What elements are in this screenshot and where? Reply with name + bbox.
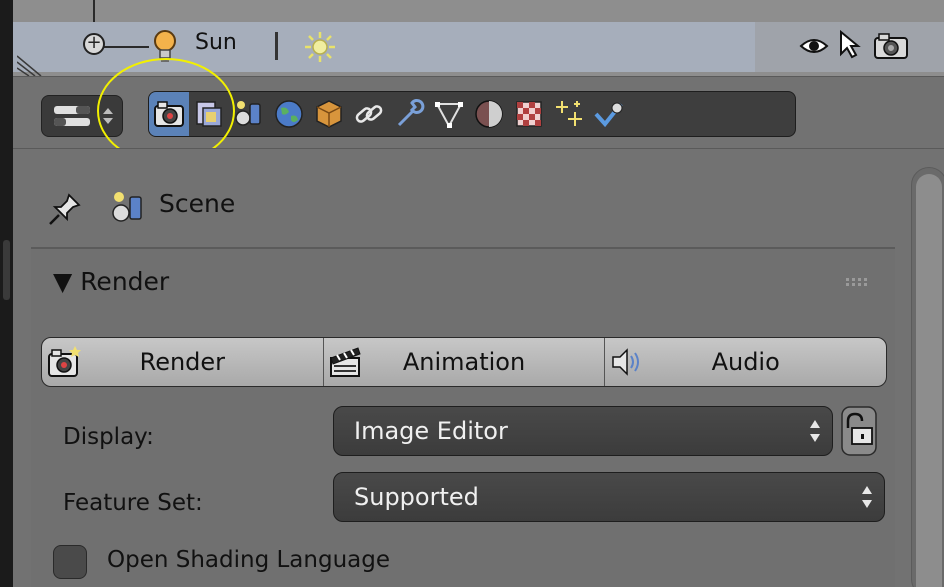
- checker-icon: [516, 101, 542, 127]
- vertex-icon: [435, 102, 463, 129]
- scene-icon: [112, 192, 142, 222]
- properties-context-tabs: [148, 91, 796, 137]
- tab-material[interactable]: [469, 92, 509, 136]
- area-split-corner[interactable]: [17, 52, 47, 76]
- feature-set-dropdown[interactable]: Supported: [333, 472, 885, 522]
- render-button[interactable]: Render: [42, 338, 324, 386]
- panel-drag-grip-icon[interactable]: [845, 277, 867, 287]
- camera-icon: [154, 101, 184, 127]
- tree-connector: [101, 46, 149, 48]
- audio-button[interactable]: Audio: [605, 338, 886, 386]
- tab-scene[interactable]: [229, 92, 269, 136]
- osl-checkbox-label[interactable]: Open Shading Language: [107, 547, 390, 573]
- tab-world[interactable]: [269, 92, 309, 136]
- tab-object[interactable]: [309, 92, 349, 136]
- render-layers-icon: [196, 101, 222, 127]
- osl-checkbox[interactable]: [53, 545, 87, 579]
- name-separator: [275, 32, 278, 60]
- display-value: Image Editor: [354, 417, 508, 445]
- animation-button-label: Animation: [402, 348, 526, 376]
- properties-header: [13, 76, 944, 149]
- tab-constraints[interactable]: [349, 92, 389, 136]
- tab-particles[interactable]: [549, 92, 589, 136]
- editor-type-menu[interactable]: [41, 95, 123, 137]
- scene-icon: [235, 101, 261, 126]
- sparkles-icon: [556, 101, 582, 126]
- cursor-icon[interactable]: [837, 30, 861, 60]
- render-still-icon: [48, 346, 81, 377]
- sun-lamp-icon[interactable]: [303, 30, 337, 64]
- link-icon: [355, 105, 383, 123]
- blender-window: + Sun Scene ▼ Render Render Animation Au…: [0, 0, 944, 587]
- animation-button[interactable]: Animation: [324, 338, 606, 386]
- context-path-scene[interactable]: Scene: [159, 189, 235, 218]
- outliner: + Sun: [13, 0, 944, 76]
- lock-interface-icon[interactable]: [841, 406, 877, 456]
- render-button-label: Render: [139, 348, 226, 376]
- wrench-icon: [397, 98, 425, 127]
- render-buttons-row: Render Animation Audio: [41, 337, 887, 387]
- physics-icon: [594, 102, 623, 128]
- dropdown-arrows-icon: [810, 420, 820, 442]
- tab-data[interactable]: [429, 92, 469, 136]
- clapperboard-icon: [329, 347, 361, 377]
- material-sphere-icon: [475, 100, 503, 128]
- speaker-icon: [612, 348, 640, 376]
- display-dropdown[interactable]: Image Editor: [333, 406, 833, 456]
- tab-texture[interactable]: [509, 92, 549, 136]
- render-panel-header[interactable]: ▼ Render: [53, 267, 169, 296]
- feature-set-label: Feature Set:: [63, 490, 203, 516]
- object-name-label[interactable]: Sun: [195, 30, 237, 55]
- display-label: Display:: [63, 424, 154, 450]
- expand-icon[interactable]: +: [83, 33, 105, 55]
- properties-editor-icon: [54, 106, 90, 126]
- collapse-triangle-icon[interactable]: ▼: [53, 267, 72, 296]
- panel-title: Render: [80, 267, 170, 296]
- cube-icon: [316, 100, 342, 128]
- audio-button-label: Audio: [711, 348, 780, 376]
- left-editor-edge: [0, 0, 13, 587]
- editor-type-arrows-icon: [103, 108, 113, 124]
- pin-icon[interactable]: [47, 191, 83, 227]
- lamp-icon[interactable]: [151, 28, 179, 64]
- properties-panel: Scene ▼ Render Render Animation Audio Di…: [13, 148, 944, 587]
- feature-set-value: Supported: [354, 483, 479, 511]
- tab-modifiers[interactable]: [389, 92, 429, 136]
- world-icon: [275, 100, 303, 128]
- tab-render-layers[interactable]: [189, 92, 229, 136]
- edge-handle[interactable]: [3, 240, 10, 300]
- tab-render[interactable]: [149, 92, 189, 136]
- eye-icon[interactable]: [799, 34, 829, 58]
- dropdown-arrows-icon: [862, 486, 872, 508]
- scrollbar-thumb[interactable]: [916, 174, 942, 587]
- tab-physics[interactable]: [589, 92, 629, 136]
- scrollbar-track[interactable]: [911, 167, 944, 587]
- render-camera-icon[interactable]: [873, 32, 909, 60]
